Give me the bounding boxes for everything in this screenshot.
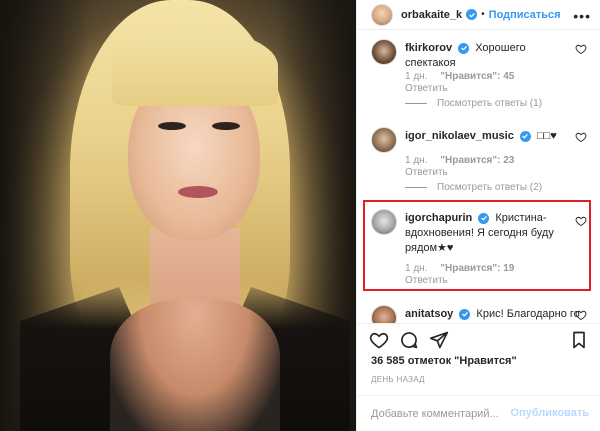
author-username[interactable]: orbakaite_k — [401, 9, 462, 21]
comment-text: □□♥ — [536, 130, 557, 142]
follow-button[interactable]: Подписаться — [489, 9, 561, 21]
comment-body: anitatsoy Крис! Благодарно го — [405, 307, 580, 322]
likes-count[interactable]: 36 585 отметок "Нравится" — [371, 355, 517, 367]
like-comment-heart-icon[interactable] — [575, 309, 587, 321]
view-replies-label: Посмотреть ответы (2) — [437, 182, 543, 193]
publish-button[interactable]: Опубликовать — [510, 407, 589, 419]
like-comment-heart-icon[interactable] — [575, 215, 587, 227]
comment-input[interactable] — [371, 405, 521, 423]
photo-lips — [178, 186, 218, 198]
view-replies-line — [405, 187, 427, 188]
reply-button[interactable]: Ответить — [405, 275, 448, 286]
share-send-icon[interactable] — [429, 330, 449, 350]
comment-username[interactable]: igor_nikolaev_music — [405, 130, 514, 142]
post-time-ago: День назад — [371, 375, 425, 384]
add-comment-bar: Опубликовать — [357, 395, 600, 431]
comment-meta: 1 дн. "Нравится": 45 — [405, 71, 524, 82]
verified-badge-icon — [458, 42, 470, 54]
header-separator: • — [481, 9, 485, 20]
verified-badge-icon — [459, 308, 471, 320]
like-heart-icon[interactable] — [369, 330, 389, 350]
verified-badge-icon — [466, 9, 478, 20]
comment-username[interactable]: anitatsoy — [405, 308, 453, 320]
comment-text: Крис! Благодарно го — [476, 308, 580, 320]
comment-body: igorchapurin Кристина-вдохновения! Я сег… — [405, 211, 565, 256]
verified-badge-icon — [519, 130, 531, 142]
comment-username[interactable]: igorchapurin — [405, 212, 472, 224]
author-avatar[interactable] — [371, 3, 393, 26]
photo-fringe — [112, 30, 278, 106]
comment-likes[interactable]: "Нравится": 23 — [440, 155, 514, 166]
comment-avatar[interactable] — [371, 305, 397, 323]
comment-meta: 1 дн. "Нравится": 23 — [405, 155, 524, 166]
comment-meta: 1 дн. "Нравится": 19 — [405, 263, 524, 274]
comment-time[interactable]: 1 дн. — [405, 71, 427, 82]
more-horizontal-icon[interactable]: ••• — [573, 8, 591, 24]
comment-username[interactable]: fkirkorov — [405, 42, 452, 54]
comment-likes[interactable]: "Нравится": 45 — [440, 71, 514, 82]
reply-button[interactable]: Ответить — [405, 167, 448, 178]
view-replies-label: Посмотреть ответы (1) — [437, 98, 543, 109]
view-replies-button[interactable]: Посмотреть ответы (2) — [405, 182, 542, 193]
comment-body: igor_nikolaev_music □□♥ — [405, 129, 565, 144]
photo-left-eye — [158, 122, 186, 130]
photo-chest — [110, 300, 280, 431]
like-comment-heart-icon[interactable] — [575, 131, 587, 143]
verified-badge-icon — [478, 212, 490, 224]
post-photo[interactable] — [0, 0, 356, 431]
comment-avatar[interactable] — [371, 39, 397, 65]
comment-likes[interactable]: "Нравится": 19 — [440, 263, 514, 274]
comment-body: fkirkorov Хорошего спектакоя — [405, 41, 565, 71]
view-replies-line — [405, 103, 427, 104]
reply-button[interactable]: Ответить — [405, 83, 448, 94]
like-comment-heart-icon[interactable] — [575, 43, 587, 55]
comment-time[interactable]: 1 дн. — [405, 263, 427, 274]
view-replies-button[interactable]: Посмотреть ответы (1) — [405, 98, 542, 109]
comment-avatar[interactable] — [371, 209, 397, 235]
comment-avatar[interactable] — [371, 127, 397, 153]
comment-bubble-icon[interactable] — [399, 330, 419, 350]
comments-list[interactable]: fkirkorov Хорошего спектакоя 1 дн. "Нрав… — [357, 31, 600, 323]
save-bookmark-icon[interactable] — [569, 330, 589, 350]
post-actions — [357, 323, 600, 353]
post-header: orbakaite_k • Подписаться ••• — [357, 0, 600, 30]
comment-time[interactable]: 1 дн. — [405, 155, 427, 166]
post-side-panel: orbakaite_k • Подписаться ••• fkirkorov … — [356, 0, 600, 431]
photo-right-eye — [212, 122, 240, 130]
